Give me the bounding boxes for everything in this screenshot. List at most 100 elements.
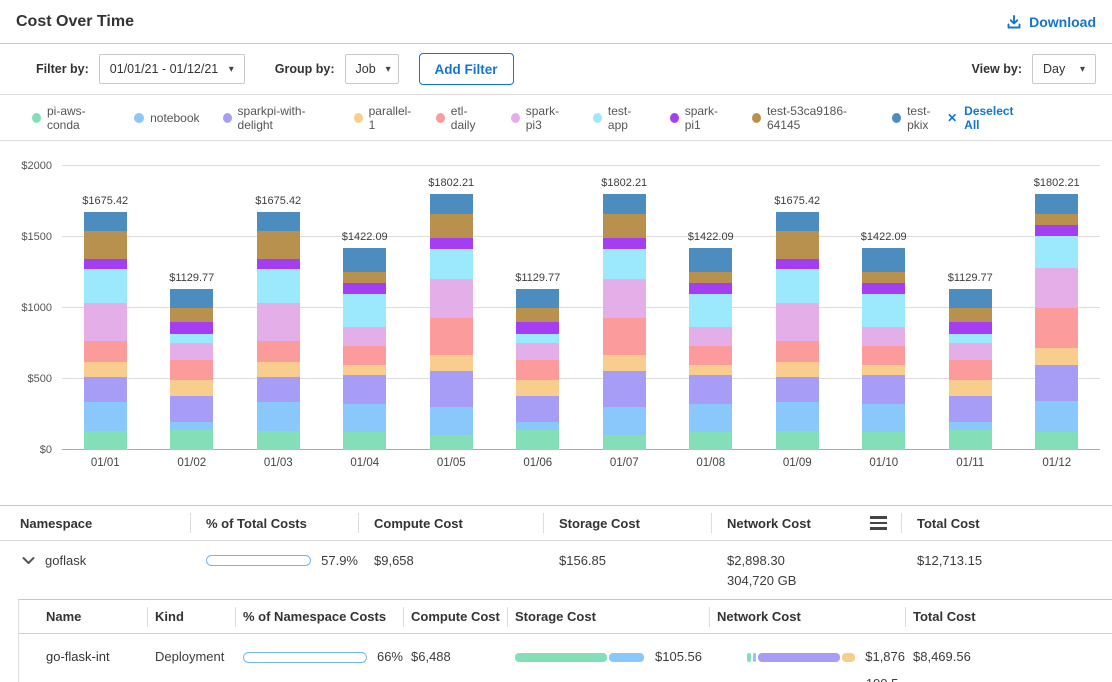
bar-segment-spark-pi3[interactable] bbox=[949, 343, 992, 360]
bar-segment-test-app[interactable] bbox=[603, 249, 646, 279]
bar-segment-notebook[interactable] bbox=[776, 402, 819, 431]
bar-segment-notebook[interactable] bbox=[862, 404, 905, 432]
bar-segment-spark-pi1[interactable] bbox=[603, 238, 646, 250]
bar-segment-notebook[interactable] bbox=[1035, 401, 1078, 432]
bar-segment-parallel-1[interactable] bbox=[257, 362, 300, 377]
bar-segment-etl-daily[interactable] bbox=[257, 341, 300, 362]
bar-segment-test-53ca9186-64145[interactable] bbox=[689, 272, 732, 283]
bar-segment-spark-pi1[interactable] bbox=[170, 322, 213, 334]
bar-segment-test-app[interactable] bbox=[343, 294, 386, 327]
bar-segment-test-app[interactable] bbox=[84, 269, 127, 303]
bar-segment-sparkpi-with-delight[interactable] bbox=[257, 377, 300, 402]
legend-item-etl-daily[interactable]: etl-daily bbox=[436, 104, 488, 132]
bar-segment-test-pkix[interactable] bbox=[776, 212, 819, 231]
group-by-select[interactable]: Job ▾ bbox=[345, 54, 399, 84]
bar-segment-test-53ca9186-64145[interactable] bbox=[862, 272, 905, 283]
bar-segment-notebook[interactable] bbox=[84, 402, 127, 431]
bar-segment-pi-aws-conda[interactable] bbox=[343, 432, 386, 450]
bar-segment-test-53ca9186-64145[interactable] bbox=[257, 231, 300, 259]
bar-segment-test-53ca9186-64145[interactable] bbox=[170, 308, 213, 322]
bar-segment-notebook[interactable] bbox=[343, 404, 386, 432]
bar-segment-test-pkix[interactable] bbox=[862, 248, 905, 272]
legend-item-test-app[interactable]: test-app bbox=[593, 104, 647, 132]
bar-segment-test-app[interactable] bbox=[170, 334, 213, 343]
bar-segment-test-53ca9186-64145[interactable] bbox=[949, 308, 992, 322]
bar-segment-test-pkix[interactable] bbox=[430, 194, 473, 214]
bar-segment-test-app[interactable] bbox=[516, 334, 559, 343]
bar-segment-etl-daily[interactable] bbox=[689, 346, 732, 365]
bar-segment-sparkpi-with-delight[interactable] bbox=[776, 377, 819, 402]
bar-segment-test-pkix[interactable] bbox=[689, 248, 732, 272]
bar-segment-test-app[interactable] bbox=[949, 334, 992, 343]
bar-segment-spark-pi1[interactable] bbox=[343, 283, 386, 294]
download-button[interactable]: Download bbox=[1006, 14, 1096, 30]
bar-segment-notebook[interactable] bbox=[516, 422, 559, 430]
bar-segment-test-app[interactable] bbox=[430, 249, 473, 279]
bar-segment-test-53ca9186-64145[interactable] bbox=[430, 214, 473, 237]
bar-segment-pi-aws-conda[interactable] bbox=[516, 430, 559, 450]
legend-item-notebook[interactable]: notebook bbox=[134, 111, 199, 125]
bar-segment-test-app[interactable] bbox=[257, 269, 300, 303]
bar-segment-parallel-1[interactable] bbox=[689, 365, 732, 375]
bar-segment-notebook[interactable] bbox=[430, 407, 473, 435]
date-range-select[interactable]: 01/01/21 - 01/12/21 ▾ bbox=[99, 54, 245, 84]
bar-segment-etl-daily[interactable] bbox=[949, 360, 992, 380]
bar-segment-test-53ca9186-64145[interactable] bbox=[603, 214, 646, 237]
bar-segment-test-pkix[interactable] bbox=[603, 194, 646, 214]
legend-item-test-pkix[interactable]: test-pkix bbox=[892, 104, 947, 132]
deselect-all-button[interactable]: ✕ Deselect All bbox=[947, 104, 1026, 132]
bar-segment-spark-pi1[interactable] bbox=[689, 283, 732, 294]
bar-segment-sparkpi-with-delight[interactable] bbox=[862, 375, 905, 404]
bar-segment-spark-pi1[interactable] bbox=[862, 283, 905, 294]
bar-segment-etl-daily[interactable] bbox=[170, 360, 213, 380]
bar-segment-pi-aws-conda[interactable] bbox=[689, 432, 732, 450]
bar-segment-test-app[interactable] bbox=[1035, 236, 1078, 268]
bar-segment-parallel-1[interactable] bbox=[430, 355, 473, 372]
bar-segment-test-pkix[interactable] bbox=[170, 289, 213, 307]
bar-segment-pi-aws-conda[interactable] bbox=[257, 431, 300, 450]
bar-segment-pi-aws-conda[interactable] bbox=[949, 430, 992, 450]
bar-segment-sparkpi-with-delight[interactable] bbox=[430, 371, 473, 406]
bar-segment-sparkpi-with-delight[interactable] bbox=[84, 377, 127, 402]
bar-segment-notebook[interactable] bbox=[949, 422, 992, 430]
bar-segment-sparkpi-with-delight[interactable] bbox=[516, 396, 559, 422]
bar-segment-spark-pi1[interactable] bbox=[84, 259, 127, 269]
bar-segment-sparkpi-with-delight[interactable] bbox=[949, 396, 992, 422]
bar-segment-spark-pi1[interactable] bbox=[1035, 225, 1078, 236]
legend-item-test-53ca9186-64145[interactable]: test-53ca9186-64145 bbox=[752, 104, 869, 132]
bar-segment-test-app[interactable] bbox=[776, 269, 819, 303]
bar-segment-etl-daily[interactable] bbox=[603, 318, 646, 355]
bar-segment-test-53ca9186-64145[interactable] bbox=[343, 272, 386, 283]
bar-segment-parallel-1[interactable] bbox=[776, 362, 819, 377]
bar-segment-etl-daily[interactable] bbox=[516, 360, 559, 380]
bar-segment-etl-daily[interactable] bbox=[430, 318, 473, 355]
bar-segment-test-pkix[interactable] bbox=[257, 212, 300, 231]
add-filter-button[interactable]: Add Filter bbox=[419, 53, 514, 85]
bar-segment-parallel-1[interactable] bbox=[862, 365, 905, 375]
column-menu-icon[interactable] bbox=[870, 516, 887, 529]
bar-segment-spark-pi1[interactable] bbox=[949, 322, 992, 334]
bar-segment-etl-daily[interactable] bbox=[862, 346, 905, 365]
bar-segment-spark-pi3[interactable] bbox=[689, 327, 732, 346]
bar-segment-test-pkix[interactable] bbox=[343, 248, 386, 272]
bar-segment-parallel-1[interactable] bbox=[84, 362, 127, 377]
bar-segment-parallel-1[interactable] bbox=[603, 355, 646, 372]
legend-item-spark-pi1[interactable]: spark-pi1 bbox=[670, 104, 729, 132]
bar-segment-spark-pi3[interactable] bbox=[257, 303, 300, 341]
bar-segment-pi-aws-conda[interactable] bbox=[430, 435, 473, 450]
bar-segment-test-53ca9186-64145[interactable] bbox=[84, 231, 127, 259]
bar-segment-sparkpi-with-delight[interactable] bbox=[1035, 365, 1078, 401]
bar-segment-spark-pi3[interactable] bbox=[170, 343, 213, 360]
bar-segment-pi-aws-conda[interactable] bbox=[603, 435, 646, 450]
bar-segment-spark-pi1[interactable] bbox=[257, 259, 300, 269]
bar-segment-notebook[interactable] bbox=[257, 402, 300, 431]
view-by-select[interactable]: Day ▾ bbox=[1032, 54, 1096, 84]
bar-segment-test-pkix[interactable] bbox=[516, 289, 559, 307]
bar-segment-sparkpi-with-delight[interactable] bbox=[170, 396, 213, 422]
legend-item-parallel-1[interactable]: parallel-1 bbox=[354, 104, 413, 132]
bar-segment-parallel-1[interactable] bbox=[343, 365, 386, 375]
legend-item-spark-pi3[interactable]: spark-pi3 bbox=[511, 104, 570, 132]
bar-segment-spark-pi1[interactable] bbox=[776, 259, 819, 269]
legend-item-pi-aws-conda[interactable]: pi-aws-conda bbox=[32, 104, 111, 132]
bar-segment-notebook[interactable] bbox=[689, 404, 732, 432]
